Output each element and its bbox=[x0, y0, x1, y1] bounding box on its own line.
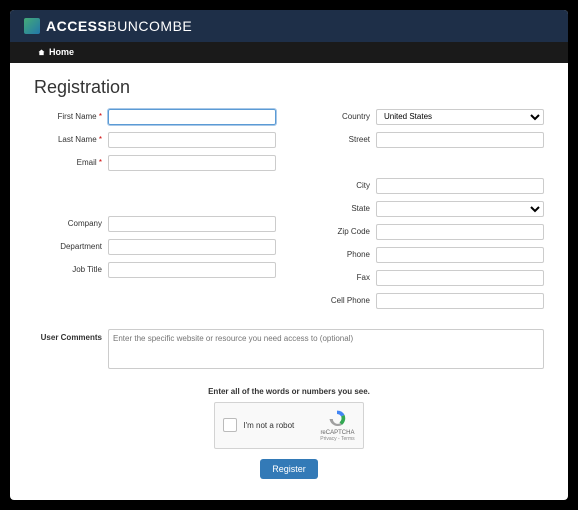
fax-input[interactable] bbox=[376, 270, 544, 286]
phone-input[interactable] bbox=[376, 247, 544, 263]
captcha-section: Enter all of the words or numbers you se… bbox=[34, 387, 544, 479]
company-input[interactable] bbox=[108, 216, 276, 232]
recaptcha-logo-icon bbox=[327, 409, 347, 429]
state-select[interactable] bbox=[376, 201, 544, 217]
street-input[interactable] bbox=[376, 132, 544, 148]
department-label: Department bbox=[34, 242, 108, 251]
fax-label: Fax bbox=[302, 273, 376, 282]
comments-label: User Comments bbox=[34, 329, 108, 369]
recaptcha-label: I'm not a robot bbox=[243, 421, 294, 430]
last-name-label: Last Name * bbox=[34, 135, 108, 144]
brand-text-bold: ACCESS bbox=[46, 18, 107, 34]
city-input[interactable] bbox=[376, 178, 544, 194]
department-input[interactable] bbox=[108, 239, 276, 255]
right-column: Country United States Street City State bbox=[302, 108, 544, 315]
email-input[interactable] bbox=[108, 155, 276, 171]
zip-input[interactable] bbox=[376, 224, 544, 240]
app-window: ACCESSBUNCOMBE Home Registration First N… bbox=[10, 10, 568, 500]
recaptcha-terms: Privacy - Terms bbox=[320, 436, 354, 442]
recaptcha-brand: reCAPTCHA bbox=[320, 430, 354, 436]
email-label: Email * bbox=[34, 158, 108, 167]
recaptcha-checkbox[interactable] bbox=[223, 418, 237, 432]
cell-phone-input[interactable] bbox=[376, 293, 544, 309]
brand-logo-icon bbox=[24, 18, 40, 34]
country-label: Country bbox=[302, 112, 376, 121]
comments-textarea[interactable] bbox=[108, 329, 544, 369]
company-label: Company bbox=[34, 219, 108, 228]
brand-text-light: BUNCOMBE bbox=[107, 18, 192, 34]
nav-home-label: Home bbox=[49, 47, 74, 57]
street-label: Street bbox=[302, 135, 376, 144]
cell-phone-label: Cell Phone bbox=[302, 296, 376, 305]
zip-label: Zip Code bbox=[302, 227, 376, 236]
captcha-instruction: Enter all of the words or numbers you se… bbox=[34, 387, 544, 396]
header-bar: ACCESSBUNCOMBE bbox=[10, 10, 568, 42]
nav-bar: Home bbox=[10, 42, 568, 63]
content-area: Registration First Name * Last Name * Em… bbox=[10, 63, 568, 497]
first-name-label: First Name * bbox=[34, 112, 108, 121]
recaptcha-widget: I'm not a robot reCAPTCHA Privacy - Term… bbox=[214, 402, 363, 449]
first-name-input[interactable] bbox=[108, 109, 276, 125]
phone-label: Phone bbox=[302, 250, 376, 259]
last-name-input[interactable] bbox=[108, 132, 276, 148]
job-title-input[interactable] bbox=[108, 262, 276, 278]
register-button[interactable]: Register bbox=[260, 459, 318, 479]
page-title: Registration bbox=[34, 77, 544, 98]
comments-row: User Comments bbox=[34, 329, 544, 369]
home-icon bbox=[38, 49, 45, 56]
job-title-label: Job Title bbox=[34, 265, 108, 274]
city-label: City bbox=[302, 181, 376, 190]
nav-home-link[interactable]: Home bbox=[38, 47, 74, 57]
registration-form: First Name * Last Name * Email * Company bbox=[34, 108, 544, 315]
state-label: State bbox=[302, 204, 376, 213]
left-column: First Name * Last Name * Email * Company bbox=[34, 108, 276, 315]
country-select[interactable]: United States bbox=[376, 109, 544, 125]
